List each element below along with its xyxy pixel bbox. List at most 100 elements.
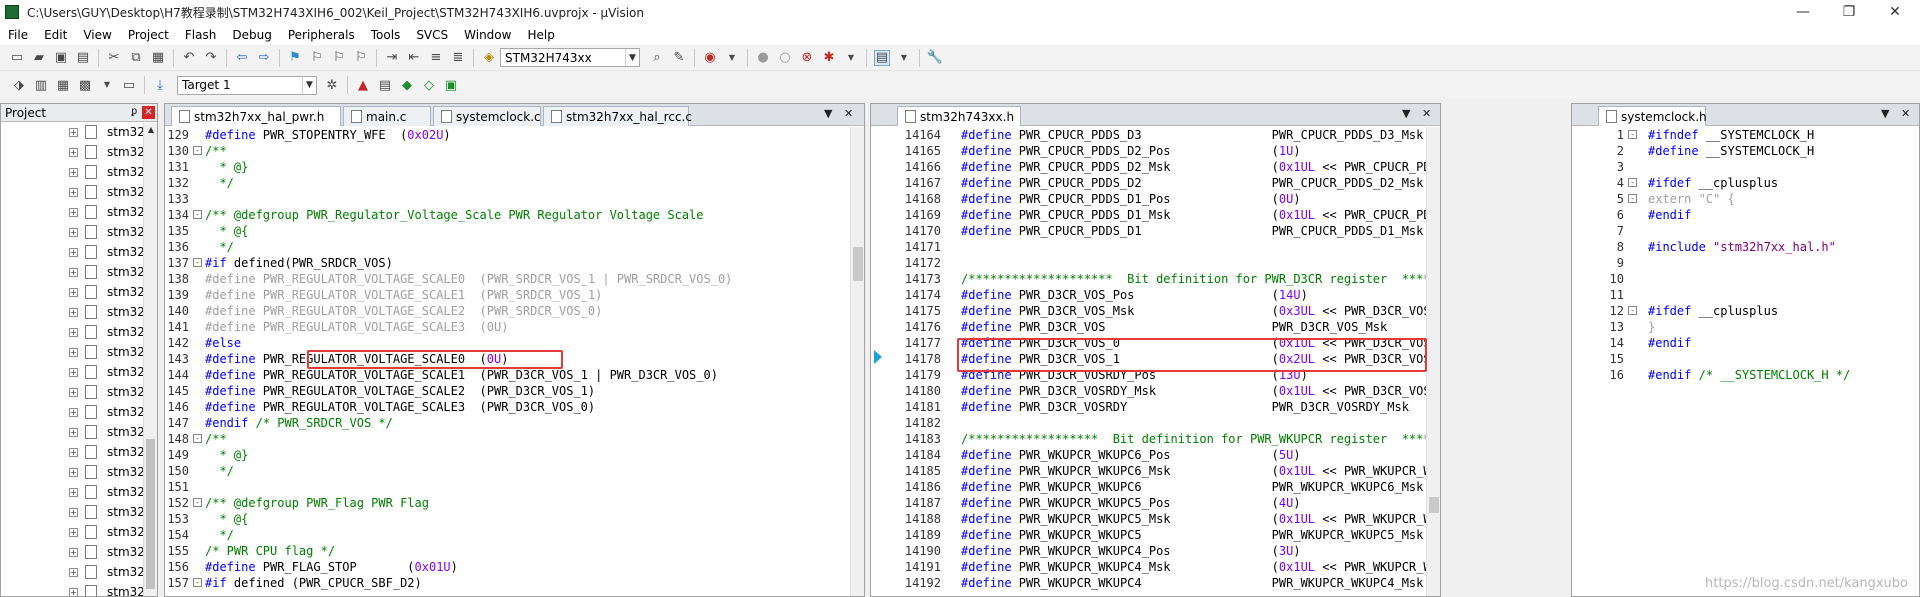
undo-icon[interactable]: ↶ xyxy=(181,50,197,66)
project-tree-item[interactable]: + stm32l xyxy=(1,582,157,596)
kill-breakpoints-icon[interactable]: ⊗ xyxy=(799,50,815,66)
unindent-icon[interactable]: ⇤ xyxy=(406,50,422,66)
manage-project-items-icon[interactable]: ▲ xyxy=(355,77,371,93)
manage-rte-icon[interactable]: ◆ xyxy=(399,77,415,93)
translate-icon[interactable]: ⬗ xyxy=(11,77,27,93)
target-options-icon[interactable]: ✲ xyxy=(324,77,340,93)
menu-help[interactable]: Help xyxy=(519,28,562,42)
fold-toggle-icon[interactable]: - xyxy=(193,146,202,155)
prev-bookmark-icon[interactable]: ⚐ xyxy=(309,50,325,66)
debug-session-icon[interactable]: ◉ xyxy=(702,50,718,66)
fold-toggle-icon[interactable]: - xyxy=(1628,130,1637,139)
disable-breakpoint-icon[interactable]: ○ xyxy=(777,50,793,66)
project-tree-item[interactable]: + stm32l xyxy=(1,502,157,522)
device-select[interactable]: STM32H743xx ▼ xyxy=(500,48,640,67)
expand-icon[interactable]: + xyxy=(69,427,78,437)
scroll-thumb[interactable] xyxy=(853,247,863,281)
close-tab-icon[interactable]: ✕ xyxy=(1422,107,1431,120)
fold-toggle-icon[interactable]: - xyxy=(193,498,202,507)
tab-stm32h7xx-hal-pwr-h[interactable]: stm32h7xx_hal_pwr.h xyxy=(171,106,341,126)
expand-icon[interactable]: + xyxy=(69,227,78,237)
close-tab-icon[interactable]: ✕ xyxy=(1901,107,1910,120)
expand-icon[interactable]: + xyxy=(69,127,78,137)
menu-edit[interactable]: Edit xyxy=(36,28,75,42)
pack-installer-icon[interactable]: ◇ xyxy=(421,77,437,93)
rte-icon[interactable]: ▣ xyxy=(443,77,459,93)
project-tree-item[interactable]: + stm32l xyxy=(1,302,157,322)
project-tree-item[interactable]: + stm32l xyxy=(1,382,157,402)
tab-systemclock-h[interactable]: systemclock.h xyxy=(1598,106,1707,126)
project-tree-item[interactable]: + stm32l xyxy=(1,462,157,482)
expand-icon[interactable]: + xyxy=(69,447,78,457)
expand-icon[interactable]: + xyxy=(69,467,78,477)
close-tab-icon[interactable]: ✕ xyxy=(844,107,853,120)
chevron-down-icon[interactable]: ▼ xyxy=(99,77,115,93)
project-scrollbar[interactable]: ▲ xyxy=(143,123,157,596)
copy-icon[interactable]: ⧉ xyxy=(128,50,144,66)
new-file-icon[interactable]: ▭ xyxy=(9,50,25,66)
expand-icon[interactable]: + xyxy=(69,547,78,557)
fold-toggle-icon[interactable]: - xyxy=(1628,306,1637,315)
tab-stm32h7xx-hal-rcc-c[interactable]: stm32h7xx_hal_rcc.c xyxy=(543,106,692,126)
indent-icon[interactable]: ⇥ xyxy=(384,50,400,66)
expand-icon[interactable]: + xyxy=(69,187,78,197)
menu-file[interactable]: File xyxy=(0,28,36,42)
open-folder-icon[interactable]: ▰ xyxy=(31,50,47,66)
scroll-up-icon[interactable]: ▲ xyxy=(144,123,157,137)
menu-debug[interactable]: Debug xyxy=(224,28,279,42)
fold-toggle-icon[interactable]: - xyxy=(193,210,202,219)
menu-view[interactable]: View xyxy=(75,28,119,42)
expand-icon[interactable]: + xyxy=(69,587,78,596)
expand-icon[interactable]: + xyxy=(69,327,78,337)
configure-icon[interactable]: 🔧 xyxy=(927,50,943,66)
paste-icon[interactable]: ▦ xyxy=(150,50,166,66)
next-bookmark-icon[interactable]: ⚐ xyxy=(331,50,347,66)
expand-icon[interactable]: + xyxy=(69,247,78,257)
project-tree-item[interactable]: + stm32l xyxy=(1,442,157,462)
editor-scrollbar[interactable] xyxy=(850,127,864,596)
nav-forward-icon[interactable]: ⇨ xyxy=(256,50,272,66)
expand-icon[interactable]: + xyxy=(69,287,78,297)
project-tree-item[interactable]: + stm32l xyxy=(1,122,157,142)
minimize-button[interactable]: — xyxy=(1780,0,1826,24)
expand-icon[interactable]: + xyxy=(69,207,78,217)
pin-icon[interactable]: ᵱ xyxy=(131,106,137,117)
project-tree-item[interactable]: + stm32l xyxy=(1,422,157,442)
expand-icon[interactable]: + xyxy=(69,167,78,177)
breakpoint-icon[interactable]: ● xyxy=(755,50,771,66)
fold-toggle-icon[interactable]: - xyxy=(193,258,202,267)
fold-toggle-icon[interactable]: - xyxy=(193,578,202,587)
expand-icon[interactable]: + xyxy=(69,367,78,377)
menu-project[interactable]: Project xyxy=(120,28,177,42)
device-icon[interactable]: ◈ xyxy=(481,50,497,66)
scroll-thumb[interactable] xyxy=(146,439,155,589)
fold-toggle-icon[interactable]: - xyxy=(1628,178,1637,187)
project-tree-item[interactable]: + stm32l xyxy=(1,482,157,502)
rebuild-icon[interactable]: ▦ xyxy=(55,77,71,93)
editor-scrollbar[interactable] xyxy=(1426,127,1440,596)
tab-list-icon[interactable]: ▼ xyxy=(824,107,832,120)
scroll-thumb[interactable] xyxy=(1429,497,1439,513)
expand-icon[interactable]: + xyxy=(69,407,78,417)
project-tree-item[interactable]: + stm32l xyxy=(1,342,157,362)
fold-toggle-icon[interactable]: - xyxy=(1628,194,1637,203)
project-tree-item[interactable]: + stm32l xyxy=(1,362,157,382)
nav-back-icon[interactable]: ⇦ xyxy=(234,50,250,66)
project-tree-item[interactable]: + stm32l xyxy=(1,162,157,182)
chevron-down-icon[interactable]: ▼ xyxy=(843,50,859,66)
menu-svcs[interactable]: SVCS xyxy=(408,28,456,42)
project-tree-item[interactable]: + stm32l xyxy=(1,402,157,422)
fold-toggle-icon[interactable]: - xyxy=(193,434,202,443)
save-icon[interactable]: ▣ xyxy=(53,50,69,66)
project-tree-item[interactable]: + stm32l xyxy=(1,242,157,262)
uncomment-icon[interactable]: ≣ xyxy=(450,50,466,66)
tab-main-c[interactable]: main.c xyxy=(343,106,431,126)
bookmark-icon[interactable]: ⚑ xyxy=(287,50,303,66)
project-tree-item[interactable]: + stm32l xyxy=(1,262,157,282)
expand-icon[interactable]: + xyxy=(69,487,78,497)
close-panel-button[interactable]: ✕ xyxy=(142,106,155,119)
menu-peripherals[interactable]: Peripherals xyxy=(280,28,363,42)
project-tree-item[interactable]: + stm32l xyxy=(1,522,157,542)
download-icon[interactable]: ⤓ xyxy=(152,77,168,93)
maximize-button[interactable]: ❐ xyxy=(1826,0,1872,24)
